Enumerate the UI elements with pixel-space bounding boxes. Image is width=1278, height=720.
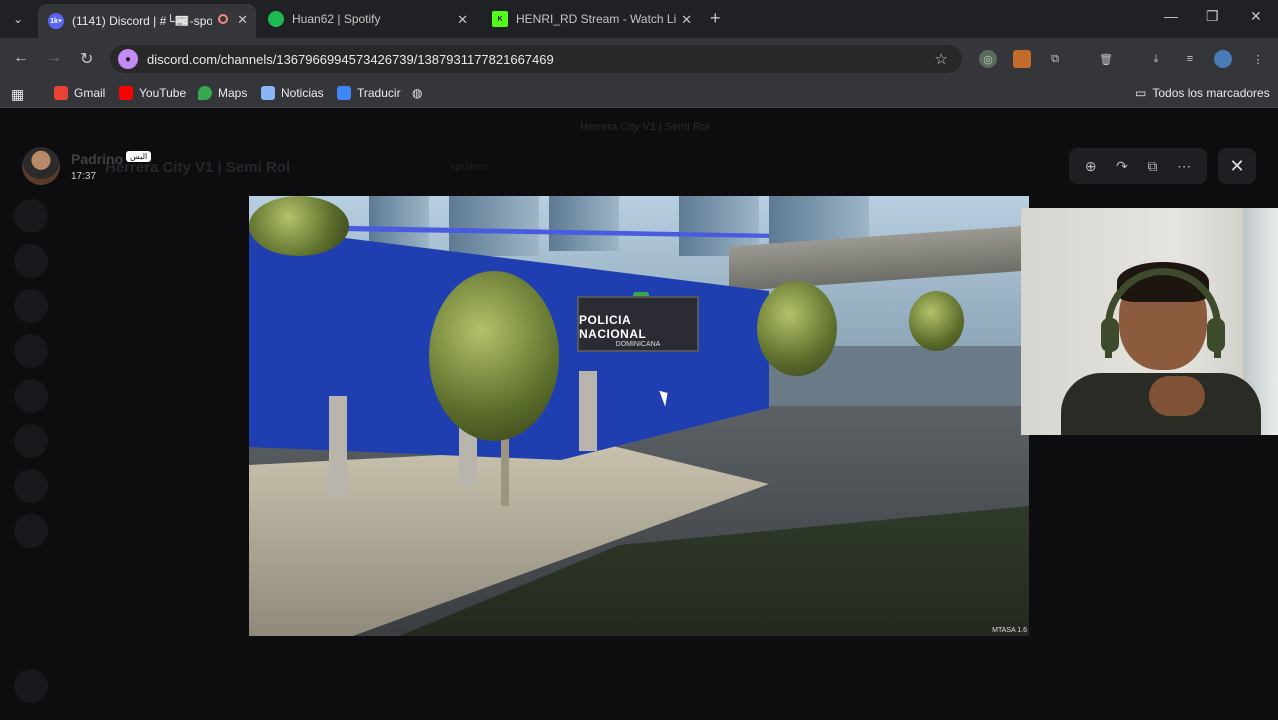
discord-window-title: Herrera City V1 | Semi Rol xyxy=(580,121,710,133)
pillar xyxy=(329,396,347,496)
rotate-icon[interactable]: ↷ xyxy=(1116,158,1128,175)
close-tab-icon[interactable]: ✕ xyxy=(237,12,248,28)
police-sign: POLICIA NACIONAL DOMINICANA xyxy=(577,296,699,352)
server-icon[interactable] xyxy=(14,199,48,233)
translate-icon xyxy=(337,86,351,100)
poster-name[interactable]: Padrino xyxy=(71,151,123,167)
reload-icon[interactable]: ↻ xyxy=(80,49,93,69)
bookmark-label: Maps xyxy=(218,86,248,100)
menu-kebab-icon[interactable]: ⋮ xyxy=(1249,50,1267,68)
media-control-icon[interactable]: ≡ xyxy=(1181,50,1199,68)
bookmark-label: Gmail xyxy=(74,86,106,100)
server-icon[interactable] xyxy=(14,514,48,548)
sign-subtitle: DOMINICANA xyxy=(615,340,661,348)
bookmark-maps[interactable]: Maps xyxy=(198,86,247,100)
extensions-puzzle-icon[interactable]: ⧉ xyxy=(1046,50,1064,68)
bookmark-label: Noticias xyxy=(281,86,324,100)
url-text[interactable]: discord.com/channels/1367966994573426739… xyxy=(147,52,554,67)
viewer-toolbar: ⊕ ↷ ⧉ ⋯ xyxy=(1069,148,1207,184)
globe-icon[interactable]: ◍ xyxy=(412,86,422,100)
server-icon[interactable] xyxy=(14,334,48,368)
more-options-icon[interactable]: ⋯ xyxy=(1177,158,1191,175)
bookmarks-bar: ▦ Gmail YouTube Maps Noticias Traducir ◍… xyxy=(0,80,1278,108)
new-tab-button[interactable]: + xyxy=(710,8,721,29)
back-icon[interactable]: ← xyxy=(13,49,29,67)
extension-icon[interactable]: ◎ xyxy=(979,50,997,68)
building-bg xyxy=(549,196,619,251)
server-icon[interactable] xyxy=(14,289,48,323)
discord-icon: 1k+ xyxy=(48,13,64,29)
close-tab-icon[interactable]: ✕ xyxy=(457,12,468,28)
bookmark-youtube[interactable]: YouTube xyxy=(119,86,186,100)
tab-search-icon[interactable]: ⌄ xyxy=(8,9,28,29)
spotify-icon xyxy=(268,11,284,27)
close-tab-icon[interactable]: ✕ xyxy=(681,12,692,28)
webcam-overlay xyxy=(1021,208,1278,435)
recording-icon xyxy=(218,14,228,24)
post-time: 17:37 xyxy=(71,171,97,182)
tab-strip: ⌄ 1k+ (1141) Discord | #└📰-spo ✕ Huan62 … xyxy=(0,0,1278,38)
address-bar[interactable]: ● discord.com/channels/13679669945734267… xyxy=(110,45,962,73)
game-watermark: MTASA 1.6 xyxy=(992,627,1027,634)
tree xyxy=(757,281,837,376)
window-close-icon[interactable]: ✕ xyxy=(1250,8,1262,25)
extension-box-icon[interactable] xyxy=(1013,50,1031,68)
download-icon[interactable]: ⤓ xyxy=(1147,50,1165,68)
maps-icon xyxy=(198,86,212,100)
restore-icon[interactable]: ❐ xyxy=(1206,8,1219,25)
tab-spotify[interactable]: Huan62 | Spotify ✕ xyxy=(258,4,476,34)
open-external-icon[interactable]: ⧉ xyxy=(1148,158,1158,175)
bookmark-traducir[interactable]: Traducir xyxy=(337,86,401,100)
server-icon[interactable] xyxy=(14,379,48,413)
zoom-icon[interactable]: ⊕ xyxy=(1085,158,1097,175)
profile-avatar[interactable] xyxy=(1214,50,1232,68)
server-icon[interactable] xyxy=(14,244,48,278)
tree xyxy=(909,291,964,351)
tab-title: HENRI_RD Stream - Watch Live xyxy=(516,12,676,26)
bookmark-star-icon[interactable]: ☆ xyxy=(935,50,948,68)
microphone-icon[interactable]: ● xyxy=(118,49,138,69)
all-bookmarks-label: Todos los marcadores xyxy=(1152,86,1270,100)
bookmark-label: Traducir xyxy=(357,86,401,100)
tree xyxy=(249,196,349,256)
tab-title: (1141) Discord | #└📰-spo xyxy=(72,14,212,28)
bookmark-noticias[interactable]: Noticias xyxy=(261,86,324,100)
all-bookmarks[interactable]: ▭ Todos los marcadores xyxy=(1135,86,1270,100)
folder-icon: ▭ xyxy=(1135,86,1147,100)
pillar xyxy=(579,371,597,451)
youtube-icon xyxy=(119,86,133,100)
sign-title: POLICIA NACIONAL xyxy=(579,312,647,341)
game-screenshot[interactable]: POLICIA NACIONAL DOMINICANA MTASA 1.6 xyxy=(249,196,1029,636)
server-icon[interactable] xyxy=(14,469,48,503)
bookmark-label: YouTube xyxy=(139,86,187,100)
channel-name: spoilers xyxy=(450,161,488,173)
headphone-cup xyxy=(1101,318,1119,352)
minimize-icon[interactable]: — xyxy=(1164,8,1178,24)
kick-icon: K xyxy=(492,11,508,27)
server-icon[interactable] xyxy=(14,424,48,458)
trash-icon[interactable]: 🗑 xyxy=(1097,50,1115,68)
person-hand xyxy=(1149,376,1205,416)
bookmark-gmail[interactable]: Gmail xyxy=(54,86,105,100)
close-viewer-button[interactable]: ✕ xyxy=(1218,148,1256,184)
forward-icon[interactable]: → xyxy=(46,49,62,67)
tree xyxy=(429,271,559,441)
poster-avatar[interactable] xyxy=(22,147,60,185)
poster-badge: البس xyxy=(126,151,152,162)
tab-title: Huan62 | Spotify xyxy=(292,12,381,26)
gmail-icon xyxy=(54,86,68,100)
apps-grid-icon[interactable]: ▦ xyxy=(11,86,24,103)
tab-kick[interactable]: K HENRI_RD Stream - Watch Live ✕ xyxy=(482,4,700,34)
news-icon xyxy=(261,86,275,100)
user-avatar[interactable] xyxy=(14,669,48,703)
tab-discord[interactable]: 1k+ (1141) Discord | #└📰-spo ✕ xyxy=(38,4,256,38)
building-bg xyxy=(449,196,539,256)
headphone-cup xyxy=(1207,318,1225,352)
